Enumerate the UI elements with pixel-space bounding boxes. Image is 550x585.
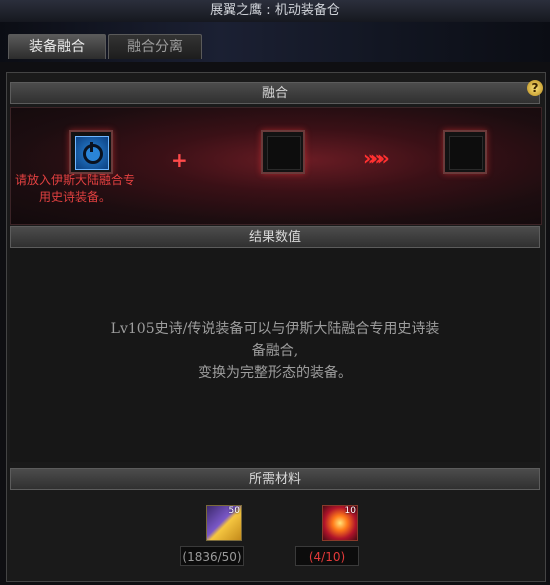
window-title: 展翼之鹰 : 机动装备仓 bbox=[0, 0, 550, 23]
result-header: 结果数值 bbox=[10, 226, 540, 248]
fire-orb-icon[interactable]: 10 bbox=[322, 505, 358, 541]
fusion-header: 融合 bbox=[10, 82, 540, 104]
power-icon bbox=[75, 136, 109, 170]
tab-fusion-separation[interactable]: 融合分离 bbox=[108, 34, 202, 59]
gold-box-icon[interactable]: 50 bbox=[206, 505, 242, 541]
fusion-material-slot[interactable] bbox=[261, 130, 305, 174]
material-count: (4/10) bbox=[295, 546, 359, 566]
tab-bar: 装备融合 融合分离 bbox=[0, 22, 550, 62]
result-equipment-slot[interactable] bbox=[443, 130, 487, 174]
fusion-area: + »»» 请放入伊斯大陆融合专 用史诗装备。 bbox=[10, 107, 542, 225]
slot-warning-text: 请放入伊斯大陆融合专 用史诗装备。 bbox=[14, 173, 135, 204]
tab-equipment-fusion[interactable]: 装备融合 bbox=[8, 34, 106, 59]
arrow-right-icon: »»» bbox=[363, 146, 390, 170]
source-equipment-slot[interactable] bbox=[69, 130, 113, 174]
help-icon[interactable]: ? bbox=[527, 80, 543, 96]
material-badge: 50 bbox=[228, 506, 240, 516]
material-badge: 10 bbox=[344, 506, 356, 516]
material-count: (1836/50) bbox=[180, 546, 244, 566]
result-description: Lv105史诗/传说装备可以与伊斯大陆融合专用史诗装 备融合, 变换为完整形态的… bbox=[110, 321, 440, 381]
materials-header: 所需材料 bbox=[10, 468, 540, 490]
plus-icon: + bbox=[171, 148, 188, 172]
